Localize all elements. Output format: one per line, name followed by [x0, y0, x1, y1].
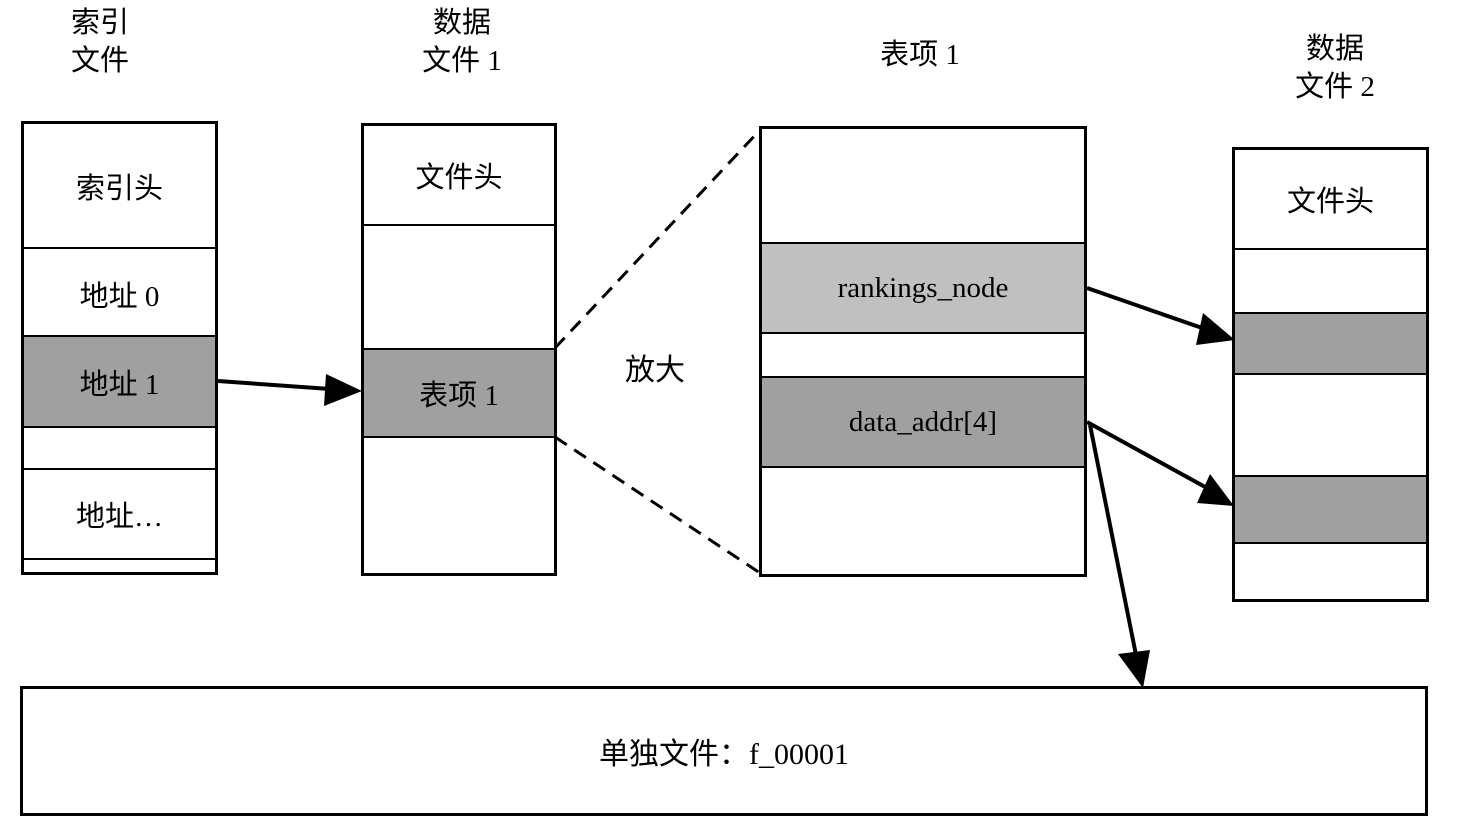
- address-1-row: 地址 1: [24, 337, 215, 428]
- rankings-node-label: rankings_node: [837, 271, 1009, 304]
- arrow-address-to-entry: [217, 379, 331, 391]
- data-file-2-box: 文件头: [1232, 147, 1429, 602]
- index-file-title-line2: 文件: [70, 45, 129, 77]
- storage-structure-diagram: 索引 文件 索引头 地址 0 地址 1 地址… 数据 文件 1 文件头 表项 1…: [0, 0, 1461, 828]
- arrow-dataaddr-to-single: [1088, 424, 1138, 656]
- address-0-label: 地址 0: [79, 281, 160, 313]
- rankings-node-row: rankings_node: [762, 242, 1084, 334]
- index-header-label: 索引头: [75, 172, 163, 205]
- address-more-row: 地址…: [24, 470, 215, 560]
- arrowhead-address-to-entry: [324, 374, 362, 406]
- data-file-2-title-line2: 文件 2: [1295, 71, 1375, 103]
- data-file-1-title-line2: 文件 1: [422, 45, 502, 77]
- entry-title: 表项 1: [880, 39, 960, 71]
- single-file-label: 单独文件：f_00001: [599, 738, 849, 771]
- data-file-2-title-line1: 数据: [1305, 33, 1364, 65]
- data-file-1-title-line1: 数据: [432, 7, 491, 39]
- index-header-row: 索引头: [24, 124, 215, 249]
- index-file-title-line1: 索引: [70, 7, 129, 39]
- index-file-box: 索引头 地址 0 地址 1 地址…: [21, 121, 218, 575]
- arrowhead-rankings-to-file2: [1196, 313, 1235, 345]
- data-addr-label: data_addr[4]: [848, 405, 998, 438]
- zoom-line-top: [553, 128, 762, 350]
- data-file-2-header-row: 文件头: [1235, 150, 1426, 250]
- address-1-label: 地址 1: [79, 368, 160, 401]
- data-file-1-header-row: 文件头: [364, 126, 554, 226]
- data-file-2-title: 数据 文件 2: [1235, 30, 1435, 106]
- zoom-line-bottom: [554, 435, 761, 575]
- entry-1-row: 表项 1: [364, 348, 554, 438]
- index-file-title: 索引 文件: [0, 4, 200, 80]
- entry-1-label: 表项 1: [419, 380, 499, 412]
- data-file-2-block-a: [1235, 312, 1426, 375]
- data-file-1-title: 数据 文件 1: [362, 4, 562, 80]
- data-file-1-header-label: 文件头: [415, 162, 503, 194]
- data-file-2-block-b: [1235, 475, 1426, 544]
- data-file-2-header-label: 文件头: [1286, 186, 1374, 218]
- arrowhead-dataaddr-to-file2: [1197, 474, 1234, 506]
- zoom-label: 放大: [625, 354, 685, 387]
- data-addr-row: data_addr[4]: [762, 376, 1084, 468]
- single-file-row: 单独文件：f_00001: [23, 689, 1425, 813]
- arrowhead-dataaddr-to-single: [1118, 650, 1150, 688]
- address-0-row: 地址 0: [24, 253, 215, 337]
- address-more-label: 地址…: [75, 501, 163, 533]
- single-file-box: 单独文件：f_00001: [20, 686, 1428, 816]
- arrow-dataaddr-to-file2: [1086, 420, 1208, 490]
- data-file-1-box: 文件头 表项 1: [361, 123, 557, 576]
- index-blank-row: [24, 428, 215, 470]
- arrow-rankings-to-file2: [1086, 286, 1206, 331]
- entry-box: rankings_node data_addr[4]: [759, 126, 1087, 577]
